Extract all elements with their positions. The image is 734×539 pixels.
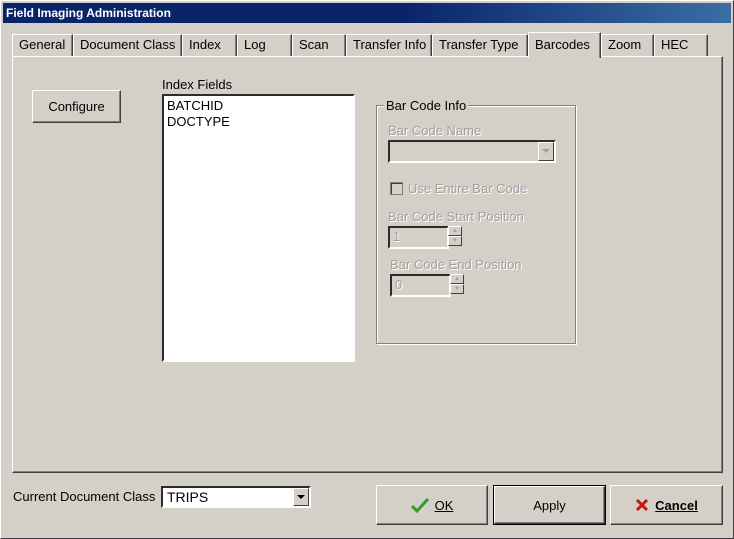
current-doc-class-select[interactable]: TRIPS <box>161 486 311 508</box>
spin-down-icon[interactable]: ▼ <box>450 284 464 294</box>
start-position-input[interactable]: 1 <box>388 226 449 249</box>
bar-code-name-select[interactable] <box>388 140 556 163</box>
start-position-spinner[interactable]: ▲ ▼ <box>448 226 462 246</box>
checkmark-icon <box>410 497 429 513</box>
index-fields-label: Index Fields <box>162 77 233 92</box>
use-entire-bar-code-checkbox[interactable] <box>390 182 403 195</box>
configure-button[interactable]: Configure <box>32 90 121 123</box>
end-position-label: Bar Code End Position <box>390 257 522 272</box>
ok-button[interactable]: OK <box>376 485 488 525</box>
bar-code-name-label: Bar Code Name <box>388 123 482 138</box>
tab-hec[interactable]: HEC <box>654 34 708 56</box>
ok-label: OK <box>434 497 454 513</box>
tab-zoom[interactable]: Zoom <box>601 34 654 56</box>
start-position-label: Bar Code Start Position <box>388 209 524 224</box>
tab-scan[interactable]: Scan <box>292 34 346 56</box>
end-position-input[interactable]: 0 <box>390 274 451 297</box>
chevron-down-icon[interactable] <box>538 142 554 161</box>
close-icon <box>636 498 649 512</box>
spin-up-icon[interactable]: ▲ <box>448 226 462 236</box>
tab-document-class[interactable]: Document Class <box>73 34 182 56</box>
index-fields-list[interactable]: BATCHID DOCTYPE <box>162 94 355 362</box>
list-item[interactable]: BATCHID <box>167 98 350 114</box>
tab-transfer-type[interactable]: Transfer Type <box>432 34 528 56</box>
use-entire-bar-code-label: Use Entire Bar Code <box>408 181 528 196</box>
tab-transfer-info[interactable]: Transfer Info <box>346 34 432 56</box>
tab-log[interactable]: Log <box>237 34 292 56</box>
current-doc-class-value: TRIPS <box>167 489 209 505</box>
list-item[interactable]: DOCTYPE <box>167 114 350 130</box>
title-bar: Field Imaging Administration <box>3 3 731 23</box>
tab-general[interactable]: General <box>12 34 73 56</box>
apply-button[interactable]: Apply <box>493 485 606 525</box>
tab-barcodes[interactable]: Barcodes <box>528 32 601 58</box>
end-position-spinner[interactable]: ▲ ▼ <box>450 274 464 294</box>
spin-down-icon[interactable]: ▼ <box>448 236 462 246</box>
current-doc-class-label: Current Document Class <box>13 489 156 504</box>
cancel-button[interactable]: Cancel <box>610 485 723 525</box>
spin-up-icon[interactable]: ▲ <box>450 274 464 284</box>
cancel-label: Cancel <box>655 497 698 513</box>
chevron-down-icon[interactable] <box>293 488 309 506</box>
bar-code-info-title: Bar Code Info <box>384 98 469 113</box>
main-window: Field Imaging Administration General Doc… <box>0 0 734 539</box>
tab-index[interactable]: Index <box>182 34 237 56</box>
